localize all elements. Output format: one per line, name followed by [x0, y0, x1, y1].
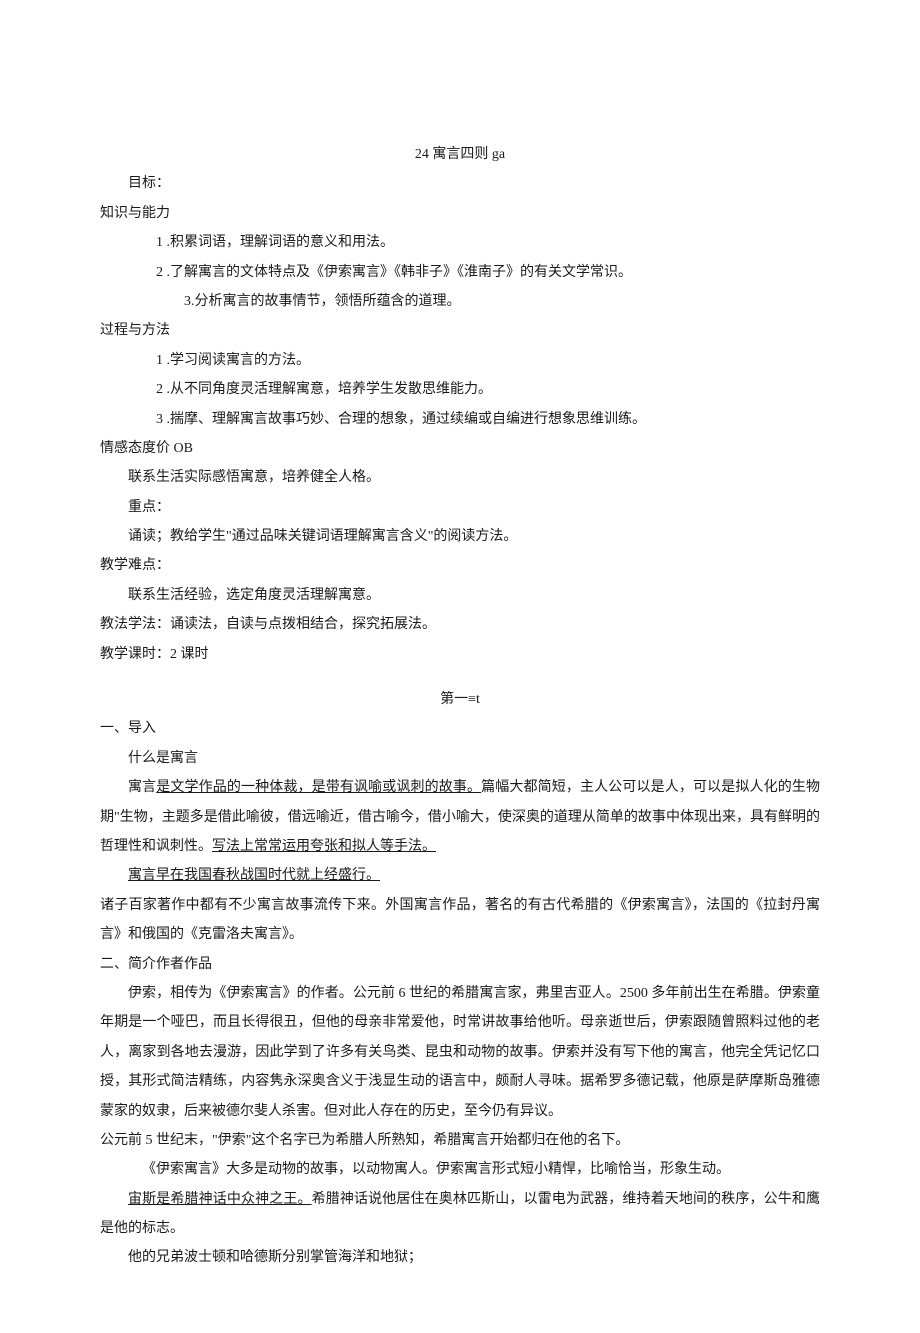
difficulty-text: 联系生活经验，选定角度灵活理解寓意。 — [100, 581, 820, 610]
knowledge-item: 2 .了解寓言的文体特点及《伊索寓言》《韩非子》《淮南子》的有关文学常识。 — [100, 258, 820, 287]
author-paragraph: 他的兄弟波士顿和哈德斯分别掌管海洋和地狱； — [100, 1243, 820, 1272]
text-fragment: 寓言 — [128, 780, 156, 795]
author-paragraph: 伊索，相传为《伊索寓言》的作者。公元前 6 世纪的希腊寓言家，弗里吉亚人。250… — [100, 979, 820, 1126]
section-knowledge-heading: 知识与能力 — [100, 199, 820, 228]
section-process-heading: 过程与方法 — [100, 316, 820, 345]
document-title: 24 寓言四则 ga — [100, 140, 820, 169]
focus-label: 重点： — [100, 493, 820, 522]
intro-paragraph: 诸子百家著作中都有不少寓言故事流传下来。外国寓言作品，著名的有古代希腊的《伊索寓… — [100, 891, 820, 950]
focus-text: 诵读；教给学生"通过品味关键词语理解寓言含义"的阅读方法。 — [100, 522, 820, 551]
process-item: 2 .从不同角度灵活理解寓意，培养学生发散思维能力。 — [100, 375, 820, 404]
intro-label: 一、导入 — [100, 714, 820, 743]
underline-text: 宙斯是希腊神话中众神之王。 — [128, 1192, 312, 1207]
underline-text: 寓言早在我国春秋战国时代就上经盛行。 — [128, 868, 380, 883]
author-label: 二、简介作者作品 — [100, 950, 820, 979]
method-text: 教法学法：诵读法，自读与点拨相结合，探究拓展法。 — [100, 610, 820, 639]
document-page: 24 寓言四则 ga 目标： 知识与能力 1 .积累词语，理解词语的意义和用法。… — [0, 0, 920, 1333]
knowledge-item: 3.分析寓言的故事情节，领悟所蕴含的道理。 — [100, 287, 820, 316]
difficulty-label: 教学难点： — [100, 551, 820, 580]
intro-paragraph: 寓言早在我国春秋战国时代就上经盛行。 — [100, 861, 820, 890]
author-paragraph: 宙斯是希腊神话中众神之王。希腊神话说他居住在奥林匹斯山，以雷电为武器，维持着天地… — [100, 1185, 820, 1244]
process-item: 3 .揣摩、理解寓言故事巧妙、合理的想象，通过续编或自编进行想象思维训练。 — [100, 405, 820, 434]
period-text: 教学课时：2 课时 — [100, 640, 820, 669]
underline-text: 是文学作品的一种体裁，是带有讽喻或讽刺的故事。 — [156, 780, 481, 795]
author-paragraph: 《伊索寓言》大多是动物的故事，以动物寓人。伊索寓言形式短小精悍，比喻恰当，形象生… — [100, 1155, 820, 1184]
intro-question: 什么是寓言 — [100, 744, 820, 773]
emotion-text: 联系生活实际感悟寓意，培养健全人格。 — [100, 463, 820, 492]
blank-spacer — [100, 669, 820, 685]
process-item: 1 .学习阅读寓言的方法。 — [100, 346, 820, 375]
section-emotion-heading: 情感态度价 OB — [100, 434, 820, 463]
intro-paragraph: 寓言是文学作品的一种体裁，是带有讽喻或讽刺的故事。篇幅大都简短，主人公可以是人，… — [100, 773, 820, 861]
lesson-heading: 第一≡t — [100, 685, 820, 714]
underline-text: 写法上常常运用夸张和拟人等手法。 — [212, 839, 436, 854]
author-paragraph: 公元前 5 世纪末，"伊索"这个名字已为希腊人所熟知，希腊寓言开始都归在他的名下… — [100, 1126, 820, 1155]
knowledge-item: 1 .积累词语，理解词语的意义和用法。 — [100, 228, 820, 257]
goal-label: 目标： — [100, 169, 820, 198]
